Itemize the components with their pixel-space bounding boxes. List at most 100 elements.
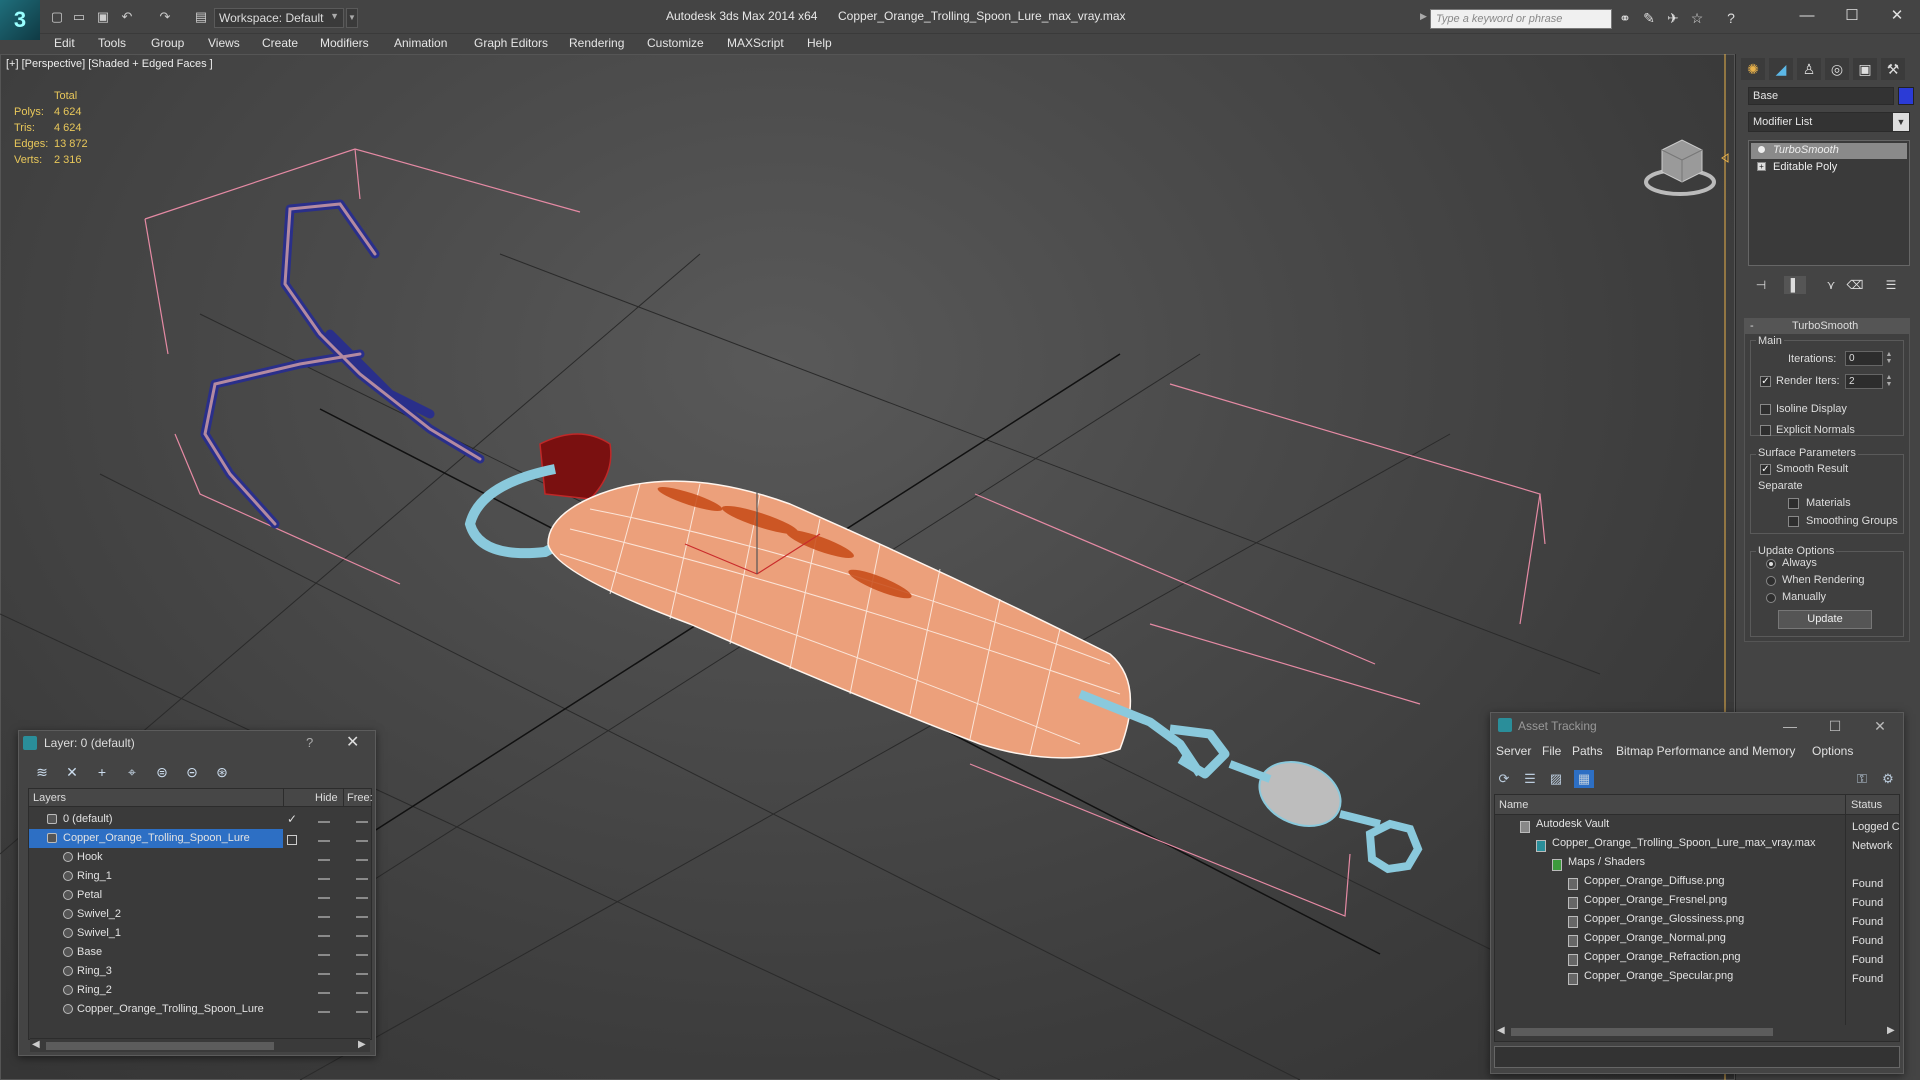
hide-toggle[interactable]	[318, 859, 330, 861]
freeze-toggle[interactable]	[356, 992, 368, 994]
menu-animation[interactable]: Animation	[394, 36, 447, 50]
menu-file[interactable]: File	[1542, 744, 1561, 758]
smooth-result-checkbox[interactable]: ✓	[1760, 464, 1771, 475]
minimize-button[interactable]: —	[1784, 0, 1830, 32]
thumbnail-view-icon[interactable]: ▨	[1546, 770, 1566, 788]
explicit-normals-checkbox[interactable]	[1760, 425, 1771, 436]
materials-checkbox[interactable]	[1788, 498, 1799, 509]
menu-maxscript[interactable]: MAXScript	[727, 36, 784, 50]
scroll-left-icon[interactable]: ◀	[32, 1039, 40, 1050]
make-unique-icon[interactable]: ⋎	[1820, 276, 1842, 294]
vault-connect-icon[interactable]: ⚿	[1852, 770, 1872, 788]
scroll-thumb[interactable]	[46, 1042, 274, 1050]
hide-toggle[interactable]	[318, 992, 330, 994]
layer-row[interactable]: Copper_Orange_Trolling_Spoon_Lure	[29, 1000, 283, 1019]
column-name[interactable]: Name	[1499, 799, 1528, 811]
settings-icon[interactable]: ⚙	[1878, 770, 1898, 788]
scroll-thumb[interactable]	[1511, 1028, 1773, 1036]
subscription-icon[interactable]: ✎	[1640, 10, 1658, 26]
freeze-toggle[interactable]	[356, 1011, 368, 1013]
layer-row[interactable]: Swivel_1	[29, 924, 283, 943]
hide-toggle[interactable]	[318, 1011, 330, 1013]
menu-paths[interactable]: Paths	[1572, 744, 1603, 758]
menu-edit[interactable]: Edit	[54, 36, 75, 50]
table-view-icon[interactable]: ▦	[1574, 770, 1594, 788]
manually-radio[interactable]	[1766, 593, 1776, 603]
freeze-toggle[interactable]	[356, 935, 368, 937]
add-to-layer-icon[interactable]: +	[92, 763, 112, 781]
asset-row-map[interactable]: Copper_Orange_Glossiness.png	[1568, 913, 1744, 932]
binoculars-icon[interactable]: ⚭	[1616, 10, 1634, 26]
rollout-collapse-icon[interactable]: -	[1750, 320, 1754, 332]
layer-row-selected[interactable]: Copper_Orange_Trolling_Spoon_Lure	[29, 829, 283, 848]
close-button[interactable]: ✕	[1860, 714, 1900, 738]
layer-row[interactable]: Hook	[29, 848, 283, 867]
set-current-box-icon[interactable]	[287, 835, 297, 845]
workspace-menu-button[interactable]: ▼	[346, 8, 358, 28]
display-tab-icon[interactable]: ▣	[1853, 58, 1877, 80]
scroll-right-icon[interactable]: ▶	[358, 1039, 366, 1050]
hide-toggle[interactable]	[318, 973, 330, 975]
list-view-icon[interactable]: ☰	[1520, 770, 1540, 788]
help-icon[interactable]: ?	[1722, 10, 1740, 26]
modifier-list-dropdown[interactable]: Modifier List ▼	[1748, 112, 1910, 132]
close-icon[interactable]: ✕	[346, 732, 359, 752]
expand-plus-icon[interactable]: +	[1757, 162, 1766, 171]
freeze-toggle[interactable]	[356, 897, 368, 899]
when-rendering-radio[interactable]	[1766, 576, 1776, 586]
hide-toggle[interactable]	[318, 916, 330, 918]
configure-modifier-sets-icon[interactable]: ☰	[1880, 276, 1902, 294]
asset-row-map[interactable]: Copper_Orange_Specular.png	[1568, 970, 1733, 989]
current-layer-check-icon[interactable]: ✓	[287, 812, 297, 826]
menu-bitmap-performance[interactable]: Bitmap Performance and Memory	[1616, 744, 1795, 758]
utilities-tab-icon[interactable]: ⚒	[1881, 58, 1905, 80]
layer-row[interactable]: Petal	[29, 886, 283, 905]
scroll-right-icon[interactable]: ▶	[1887, 1025, 1895, 1036]
layer-row[interactable]: Swivel_2	[29, 905, 283, 924]
hide-toggle[interactable]	[318, 897, 330, 899]
menu-options[interactable]: Options	[1812, 744, 1853, 758]
menu-modifiers[interactable]: Modifiers	[320, 36, 369, 50]
layer-horizontal-scrollbar[interactable]: ◀ ▶	[30, 1038, 370, 1052]
minimize-button[interactable]: —	[1770, 714, 1810, 738]
pin-stack-icon[interactable]: ⊣	[1750, 276, 1772, 294]
object-color-swatch[interactable]	[1898, 87, 1914, 105]
modifier-stack[interactable]: TurboSmooth + Editable Poly	[1748, 140, 1910, 266]
motion-tab-icon[interactable]: ◎	[1825, 58, 1849, 80]
layer-row[interactable]: Ring_1	[29, 867, 283, 886]
redo-icon[interactable]: ↷	[156, 9, 174, 25]
menu-help[interactable]: Help	[807, 36, 832, 50]
iterations-spinner[interactable]: 0	[1845, 351, 1883, 366]
menu-tools[interactable]: Tools	[98, 36, 126, 50]
maximize-button[interactable]: ☐	[1829, 0, 1875, 32]
hide-toggle[interactable]	[318, 878, 330, 880]
menu-server[interactable]: Server	[1496, 744, 1531, 758]
menu-rendering[interactable]: Rendering	[569, 36, 624, 50]
create-tab-icon[interactable]: ✺	[1741, 58, 1765, 80]
freeze-toggle[interactable]	[356, 878, 368, 880]
select-layer-icon[interactable]: ⊜	[152, 763, 172, 781]
hide-toggle[interactable]	[318, 935, 330, 937]
search-expand-icon[interactable]: ▶	[1420, 11, 1427, 22]
update-button[interactable]: Update	[1778, 610, 1872, 629]
column-layers[interactable]: Layers	[33, 792, 66, 804]
refresh-icon[interactable]: ⟳	[1494, 770, 1514, 788]
remove-modifier-icon[interactable]: ⌫	[1844, 276, 1866, 294]
create-layer-icon[interactable]: ≋	[32, 763, 52, 781]
select-objects-icon[interactable]: ⌖	[122, 763, 142, 781]
hide-unhide-all-icon[interactable]: ⊝	[182, 763, 202, 781]
maximize-button[interactable]: ☐	[1815, 714, 1855, 738]
column-status[interactable]: Status	[1851, 799, 1882, 811]
layer-row[interactable]: Base	[29, 943, 283, 962]
smoothing-groups-checkbox[interactable]	[1788, 516, 1799, 527]
undo-icon[interactable]: ↶	[118, 9, 136, 25]
hierarchy-tab-icon[interactable]: ♙	[1797, 58, 1821, 80]
help-button[interactable]: ?	[306, 735, 313, 750]
menu-create[interactable]: Create	[262, 36, 298, 50]
freeze-toggle[interactable]	[356, 859, 368, 861]
render-iters-spinner[interactable]: 2	[1845, 374, 1883, 389]
object-name-field[interactable]: Base	[1748, 87, 1894, 105]
spinner-arrows-icon[interactable]: ▲ ▼	[1884, 351, 1894, 366]
freeze-unfreeze-all-icon[interactable]: ⊛	[212, 763, 232, 781]
project-folder-icon[interactable]: ▤	[192, 9, 210, 25]
